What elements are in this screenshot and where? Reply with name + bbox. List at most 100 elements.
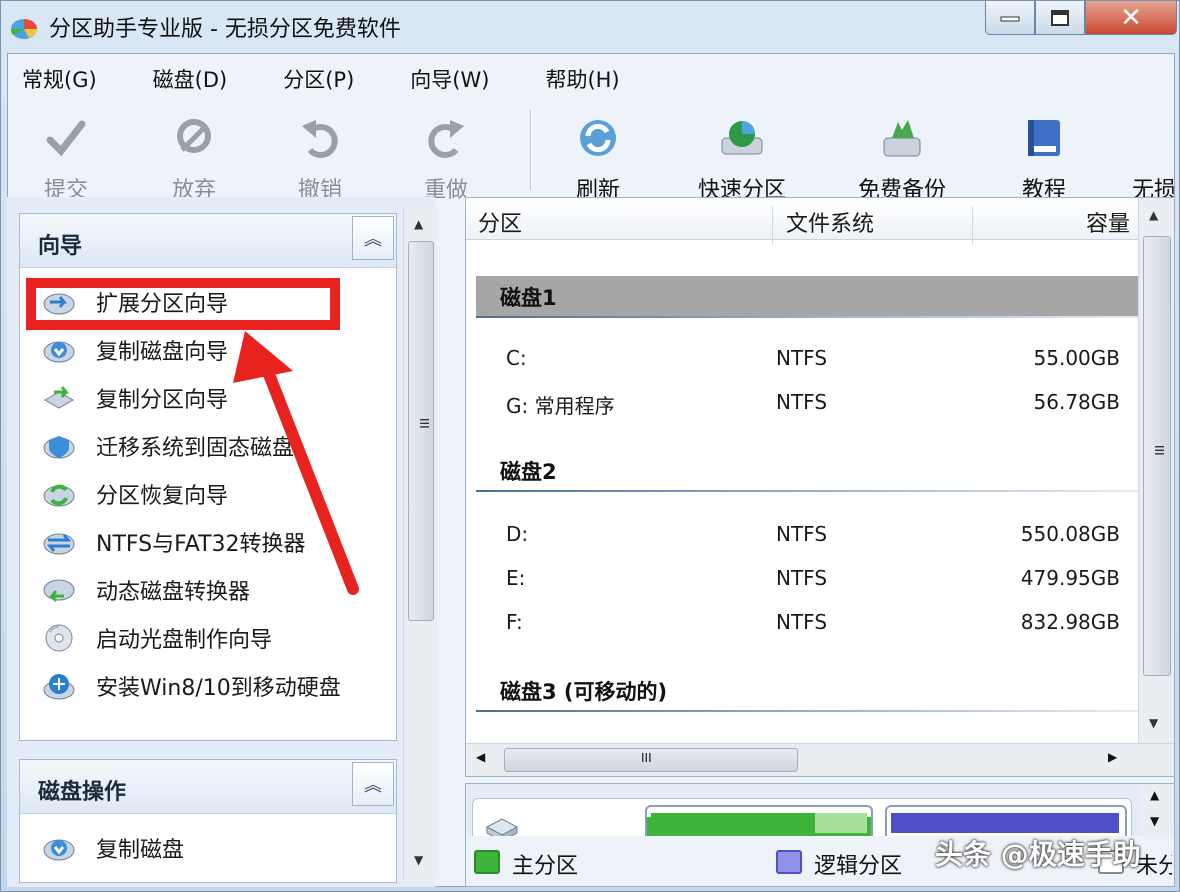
wizard-item-label: 动态磁盘转换器 [96, 580, 251, 605]
scroll-up-arrow-icon[interactable]: ▲ [1150, 788, 1159, 802]
wizard-item-label: 分区恢复向导 [96, 484, 229, 509]
partition-capacity: 55.00GB [1033, 346, 1120, 370]
partition-list-panel: 分区 文件系统 容量 磁盘1 C: NTFS 55.00GB G: 常用程序 N… [465, 197, 1175, 777]
copy-disk-icon [43, 839, 75, 861]
wizard-item-label: NTFS与FAT32转换器 [96, 532, 306, 557]
undo-icon [302, 120, 338, 158]
checkmark-icon [46, 120, 86, 157]
wizard-item-ntfs-fat32[interactable]: NTFS与FAT32转换器 [42, 522, 306, 562]
disk-op-label: 复制磁盘 [96, 838, 185, 863]
dynamic-disk-icon [43, 579, 75, 602]
partition-row[interactable]: D: NTFS 550.08GB [466, 518, 1138, 554]
disk-row[interactable]: 磁盘1 [476, 276, 1138, 316]
partition-list-vscrollbar[interactable]: ▲ III ▼ [1138, 198, 1174, 743]
partition-filesystem: NTFS [776, 610, 828, 634]
column-partition[interactable]: 分区 [478, 206, 522, 238]
wizard-item-label: 迁移系统到固态磁盘 [96, 436, 295, 461]
windows-to-go-icon [43, 674, 75, 700]
copy-disk-icon [43, 341, 75, 363]
scroll-grip: III [641, 751, 652, 765]
partition-row[interactable]: E: NTFS 479.95GB [466, 562, 1138, 598]
partition-row[interactable]: G: 常用程序 NTFS 56.78GB [466, 386, 1138, 422]
scroll-up-arrow-icon[interactable]: ▲ [414, 217, 423, 231]
partition-row[interactable]: C: NTFS 55.00GB [466, 342, 1138, 378]
partition-capacity: 56.78GB [1033, 390, 1120, 414]
wizard-item-migrate-os[interactable]: 迁移系统到固态磁盘 [42, 426, 294, 466]
wizard-item-dynamic-disk[interactable]: 动态磁盘转换器 [42, 570, 250, 610]
redo-icon [428, 120, 464, 158]
column-filesystem[interactable]: 文件系统 [786, 206, 874, 238]
title-bar: 分区助手专业版 - 无损分区免费软件 ✕ [1, 1, 1180, 53]
scroll-right-arrow-icon[interactable]: ▶ [1108, 750, 1117, 764]
partition-name: G: 常用程序 [506, 394, 615, 418]
partition-capacity: 832.98GB [1020, 610, 1120, 634]
partition-name: E: [506, 566, 526, 590]
partition-name: C: [506, 346, 527, 370]
minimize-button[interactable] [985, 1, 1035, 35]
column-capacity[interactable]: 容量 [1086, 206, 1130, 238]
wizard-item-copy-partition[interactable]: 复制分区向导 [42, 378, 228, 418]
scroll-down-arrow-icon[interactable]: ▼ [1150, 814, 1159, 828]
scroll-up-arrow-icon[interactable]: ▲ [1149, 208, 1158, 222]
disk-ops-collapse-button[interactable]: ︽ [352, 762, 394, 806]
wizard-section-header: 向导 ︽ [20, 214, 396, 268]
disk-divider [476, 316, 1138, 318]
legend-primary-label: 主分区 [512, 854, 579, 879]
wizard-collapse-button[interactable]: ︽ [352, 216, 394, 260]
wizard-item-label: 安装Win8/10到移动硬盘 [96, 676, 341, 701]
left-panel-scrollbar[interactable]: ▲ III ▼ [403, 207, 437, 879]
disk-name: 磁盘2 [500, 460, 557, 484]
partition-filesystem: NTFS [776, 566, 828, 590]
hscroll-thumb[interactable]: III [504, 748, 798, 772]
disk-ops-section: 磁盘操作 ︽ 复制磁盘 [19, 759, 397, 883]
menu-partition[interactable]: 分区(P) [269, 58, 366, 98]
menu-disk[interactable]: 磁盘(D) [139, 58, 240, 98]
column-separator [972, 206, 973, 244]
wizard-item-partition-recovery[interactable]: 分区恢复向导 [42, 474, 228, 514]
maximize-button[interactable] [1035, 1, 1085, 35]
scroll-down-arrow-icon[interactable]: ▼ [1149, 716, 1158, 730]
wizard-item-copy-disk[interactable]: 复制磁盘向导 [42, 330, 228, 370]
vscroll-thumb[interactable]: III [1143, 236, 1171, 676]
scroll-down-arrow-icon[interactable]: ▼ [414, 853, 423, 867]
legend-logical-label: 逻辑分区 [814, 854, 903, 879]
partition-row[interactable]: F: NTFS 832.98GB [466, 606, 1138, 642]
scroll-grip: III [417, 418, 431, 429]
wizard-item-extend-partition[interactable]: 扩展分区向导 [42, 282, 228, 322]
scroll-left-arrow-icon[interactable]: ◀ [476, 750, 485, 764]
boot-disc-icon [45, 624, 73, 652]
disk-ops-section-header: 磁盘操作 ︽ [20, 760, 396, 814]
menu-help[interactable]: 帮助(H) [531, 58, 631, 98]
close-button[interactable]: ✕ [1085, 1, 1177, 35]
legend-unallocated-label: 未分配 [1136, 854, 1172, 879]
extend-partition-icon [43, 293, 75, 315]
disk-map-scrollbar[interactable]: ▲ ▼ [1140, 784, 1174, 836]
legend-logical-swatch [776, 850, 802, 874]
menu-wizard[interactable]: 向导(W) [396, 58, 501, 98]
disk-op-copy-disk[interactable]: 复制磁盘 [42, 828, 184, 868]
wizard-item-boot-disc[interactable]: 启动光盘制作向导 [42, 618, 272, 658]
menu-general[interactable]: 常规(G) [8, 58, 109, 98]
double-chevron-up-icon: ︽ [364, 229, 382, 250]
scroll-grip: III [1152, 445, 1166, 456]
wizard-item-label: 复制磁盘向导 [96, 340, 229, 365]
copy-partition-icon [43, 386, 75, 409]
disk-ops-section-title: 磁盘操作 [38, 780, 127, 805]
double-chevron-up-icon: ︽ [364, 775, 382, 796]
wizard-section-title: 向导 [38, 234, 83, 259]
partition-filesystem: NTFS [776, 522, 828, 546]
menu-bar: 常规(G) 磁盘(D) 分区(P) 向导(W) 帮助(H) [8, 58, 662, 98]
partition-recovery-icon [43, 484, 75, 507]
column-separator [772, 206, 773, 244]
partition-list-hscrollbar[interactable]: ◀ III ▶ [466, 743, 1174, 776]
left-scroll-thumb[interactable]: III [408, 241, 434, 621]
app-logo-icon [10, 19, 37, 39]
wizard-section: 向导 ︽ 扩展分区向导 复制磁盘向导 复制分区向导 迁移系统到固态磁盘 分区恢复… [19, 213, 397, 741]
wizard-item-windows-to-go[interactable]: 安装Win8/10到移动硬盘 [42, 666, 341, 706]
close-icon: ✕ [1120, 2, 1142, 33]
disk-name: 磁盘1 [500, 286, 557, 310]
partition-name: F: [506, 610, 523, 634]
disk-row[interactable]: 磁盘2 [476, 450, 1138, 490]
ntfs-fat32-icon [43, 533, 75, 555]
disk-row[interactable]: 磁盘3 (可移动的) [476, 670, 1138, 710]
